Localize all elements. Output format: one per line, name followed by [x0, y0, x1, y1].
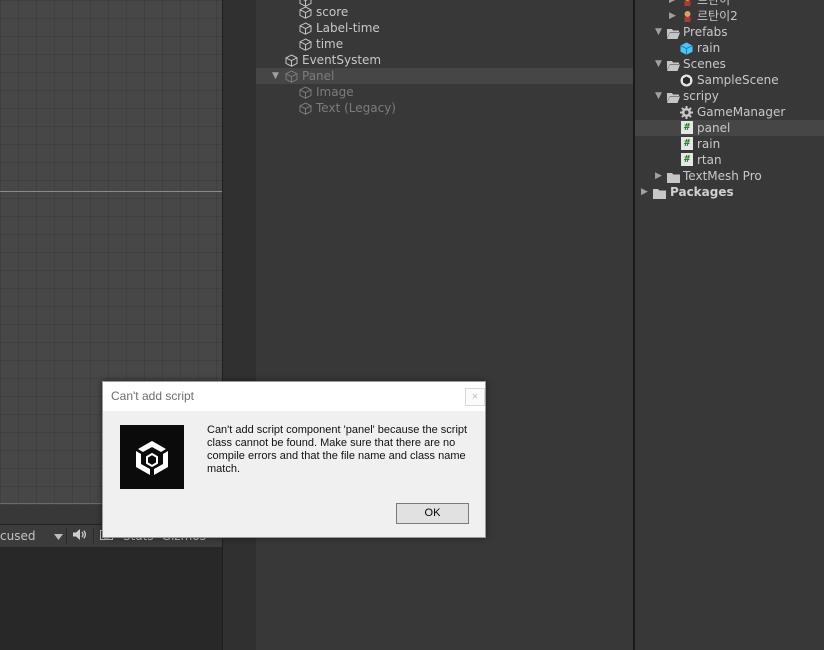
hierarchy-gutter [223, 0, 256, 650]
hierarchy-item[interactable]: EventSystem [256, 52, 633, 68]
project-item[interactable]: rain [635, 40, 824, 56]
hierarchy-item-label: Image [316, 85, 354, 99]
project-item[interactable]: GameManager [635, 104, 824, 120]
project-folder[interactable]: ▼ scripy [635, 88, 824, 104]
hierarchy-item[interactable]: Image [256, 84, 633, 100]
folder-open-icon [667, 91, 680, 103]
expand-arrow-icon[interactable]: ▼ [655, 24, 665, 40]
dialog-titlebar[interactable]: Can't add script × [103, 382, 485, 411]
expand-arrow-icon[interactable]: ▶ [655, 168, 665, 184]
ok-button[interactable]: OK [396, 503, 469, 524]
expand-arrow-icon[interactable]: ▼ [655, 88, 665, 104]
expand-arrow-icon[interactable]: ▶ [641, 184, 651, 200]
unity-logo-icon [120, 425, 184, 489]
project-item-label: scripy [683, 89, 719, 103]
expand-arrow-icon[interactable]: ▶ [669, 0, 679, 8]
gameobject-icon [299, 86, 312, 99]
hierarchy-item[interactable]: score [256, 4, 633, 20]
gameobject-icon [299, 22, 312, 35]
gameobject-icon [285, 54, 298, 67]
project-item-label: panel [697, 121, 731, 135]
hierarchy-item[interactable]: Label-time [256, 20, 633, 36]
project-item[interactable]: ▶ 르탄이 [635, 0, 824, 8]
close-button[interactable]: × [465, 388, 485, 406]
project-folder[interactable]: ▶ TextMesh Pro [635, 168, 824, 184]
scene-horizon-line [0, 191, 222, 192]
dialog-message: Can't add script component 'panel' becau… [207, 424, 468, 475]
character-sprite-icon [681, 10, 694, 23]
character-sprite-icon [681, 0, 694, 7]
project-folder[interactable]: ▼ Prefabs [635, 24, 824, 40]
hierarchy-item-label: Panel [302, 69, 335, 83]
folder-icon [653, 187, 666, 199]
project-item[interactable]: ▶ 르탄이2 [635, 8, 824, 24]
project-item-label: GameManager [697, 105, 786, 119]
project-folder[interactable]: ▼ Scenes [635, 56, 824, 72]
project-item-label: Packages [670, 185, 734, 199]
gear-icon [680, 106, 693, 119]
project-item-label: rain [697, 41, 721, 55]
hierarchy-item-label: EventSystem [302, 53, 382, 67]
folder-icon [667, 171, 680, 183]
gameobject-icon [285, 70, 298, 83]
project-item-label: 르탄이 [697, 0, 731, 7]
expand-arrow-icon[interactable]: ▼ [655, 56, 665, 72]
hierarchy-item[interactable]: Text (Legacy) [256, 100, 633, 116]
csharp-script-icon: # [681, 121, 693, 134]
project-item[interactable]: # rain [635, 136, 824, 152]
project-packages[interactable]: ▶ Packages [635, 184, 824, 200]
project-item-label: Prefabs [683, 25, 728, 39]
hierarchy-item[interactable]: time [256, 36, 633, 52]
project-item-label: 르탄이2 [697, 9, 738, 23]
close-icon: × [471, 391, 479, 403]
folder-open-icon [667, 27, 680, 39]
focus-dropdown-label: cused [0, 529, 36, 543]
focus-dropdown[interactable]: cused [0, 529, 48, 543]
game-view[interactable] [0, 547, 222, 650]
unity-scene-icon [680, 74, 693, 87]
chevron-down-icon[interactable] [48, 529, 66, 543]
gameobject-icon [299, 6, 312, 19]
project-item[interactable]: # rtan [635, 152, 824, 168]
project-item-label: rtan [697, 153, 722, 167]
hierarchy-item-label: Label-time [316, 21, 380, 35]
hierarchy-item-label: time [316, 37, 344, 51]
expand-arrow-icon[interactable]: ▶ [669, 8, 679, 24]
hierarchy-item-label: Text (Legacy) [316, 101, 396, 115]
csharp-script-icon: # [681, 153, 693, 166]
hierarchy-panel: score Label-time time EventSystem ▼ Pane… [256, 0, 633, 650]
project-item-selected[interactable]: # panel [635, 120, 824, 136]
project-panel: ▶ 르탄이 ▶ 르탄이2 ▼ Prefabs rain ▼ Scenes Sam… [635, 0, 824, 650]
gameobject-icon [299, 38, 312, 51]
project-item-label: rain [697, 137, 721, 151]
project-item-label: Scenes [683, 57, 726, 71]
expand-arrow-icon[interactable]: ▼ [272, 68, 282, 84]
project-item-label: TextMesh Pro [683, 169, 762, 183]
project-item-label: SampleScene [697, 73, 779, 87]
error-dialog: Can't add script × Can't add script comp… [102, 381, 486, 538]
folder-open-icon [667, 59, 680, 71]
hierarchy-item-label: score [316, 5, 349, 19]
speaker-icon[interactable] [67, 529, 93, 543]
project-item[interactable]: SampleScene [635, 72, 824, 88]
prefab-icon [680, 42, 693, 55]
dialog-title: Can't add script [111, 389, 194, 403]
csharp-script-icon: # [681, 137, 693, 150]
gameobject-icon [299, 102, 312, 115]
hierarchy-item-selected[interactable]: ▼ Panel [256, 68, 633, 84]
